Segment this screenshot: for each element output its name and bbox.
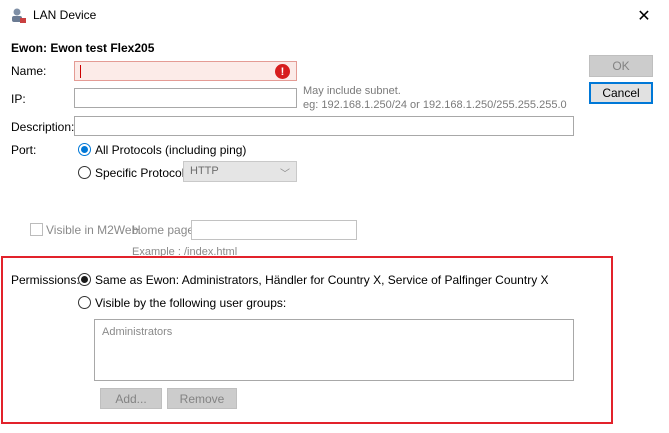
ip-input[interactable] (74, 88, 297, 108)
port-specific-protocol-label[interactable]: Specific Protocol: (95, 166, 188, 180)
text-caret (80, 65, 81, 78)
home-page-input[interactable] (191, 220, 357, 240)
error-icon: ! (275, 64, 290, 79)
name-label: Name: (11, 64, 47, 78)
lan-device-icon (12, 8, 26, 23)
port-all-protocols-label[interactable]: All Protocols (including ping) (95, 143, 246, 157)
port-all-protocols-radio[interactable] (78, 143, 91, 156)
visible-in-m2web-label: Visible in M2Web. (46, 223, 142, 237)
permissions-same-as-ewon-radio[interactable] (78, 273, 91, 286)
description-input[interactable] (74, 116, 574, 136)
ip-hint-example: eg: 192.168.1.250/24 or 192.168.1.250/25… (303, 99, 567, 111)
cancel-button[interactable]: Cancel (589, 82, 653, 104)
close-icon[interactable]: ✕ (630, 4, 658, 28)
permissions-user-groups-radio[interactable] (78, 296, 91, 309)
port-specific-protocol-radio[interactable] (78, 166, 91, 179)
title-bar: LAN Device ✕ (0, 0, 669, 32)
ok-button[interactable]: OK (589, 55, 653, 77)
device-heading: Ewon: Ewon test Flex205 (11, 41, 155, 55)
description-label: Description: (11, 120, 75, 134)
home-page-label: Home page: (132, 223, 198, 237)
add-group-button[interactable]: Add... (100, 388, 162, 409)
permissions-same-as-ewon-label[interactable]: Same as Ewon: Administrators, Händler fo… (95, 273, 549, 287)
list-item[interactable]: Administrators (102, 326, 172, 338)
window-title: LAN Device (33, 8, 97, 22)
permissions-label: Permissions: (11, 273, 80, 287)
protocol-select-value: HTTP (190, 165, 219, 177)
name-input[interactable]: ! (74, 61, 297, 81)
ip-hint-subnet: May include subnet. (303, 85, 401, 97)
port-label: Port: (11, 143, 37, 157)
user-groups-list[interactable]: Administrators (94, 319, 574, 381)
protocol-select[interactable]: HTTP ﹀ (183, 161, 297, 182)
remove-group-button[interactable]: Remove (167, 388, 237, 409)
permissions-user-groups-label[interactable]: Visible by the following user groups: (95, 296, 286, 310)
ip-label: IP: (11, 92, 26, 106)
chevron-down-icon: ﹀ (280, 169, 290, 180)
visible-in-m2web-checkbox[interactable] (30, 223, 43, 236)
